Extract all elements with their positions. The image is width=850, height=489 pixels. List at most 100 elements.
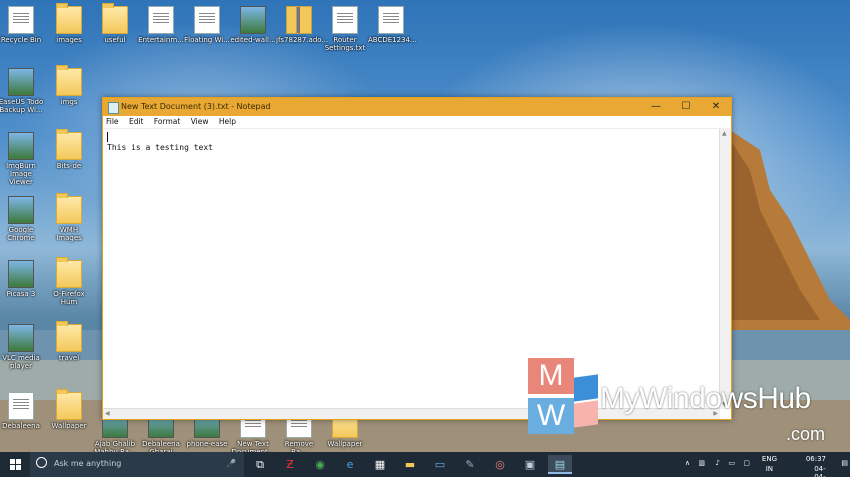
- desktop-icon[interactable]: imgs: [46, 65, 92, 106]
- desktop-icon[interactable]: EaseUS Todo Backup Wi...: [0, 68, 44, 114]
- notepad-titlebar[interactable]: New Text Document (3).txt - Notepad — ☐ …: [103, 98, 731, 116]
- desktop-icon-label: Google Chrome: [7, 226, 35, 242]
- desktop-icon-label: Ajab Ghalib Mahhu Ra...: [94, 440, 136, 452]
- taskbar: Ask me anything 🎤 ⧉ Ƶ ◉ e ▦ ▬ ▭ ✎ ◎ ▣ ▤ …: [0, 452, 850, 489]
- edge-icon[interactable]: e: [338, 455, 362, 474]
- folder-icon: [56, 389, 82, 420]
- desktop-icon-label: Wallpaper: [327, 440, 363, 448]
- menu-view[interactable]: View: [191, 116, 209, 128]
- close-button[interactable]: ✕: [701, 98, 731, 116]
- desktop-icon[interactable]: Bits-de: [46, 129, 92, 170]
- app-icon: [240, 6, 266, 34]
- desktop-icon-label: Wallpaper: [51, 422, 87, 430]
- document-icon: [148, 6, 174, 34]
- desktop-icon-label: Router Settings.txt: [324, 36, 366, 52]
- clock-time[interactable]: 06:37: [806, 455, 826, 463]
- watermark-windows-pane-2: [574, 400, 598, 428]
- desktop-icon[interactable]: Router Settings.txt: [322, 6, 368, 52]
- scroll-left-icon[interactable]: ◀: [105, 410, 110, 417]
- desktop-icon-label: New Text Document...: [231, 440, 275, 452]
- menu-file[interactable]: File: [106, 116, 119, 128]
- app-icon: [8, 68, 34, 96]
- notification-icon[interactable]: ▢: [743, 459, 750, 467]
- desktop-icon[interactable]: Google Chrome: [0, 196, 44, 242]
- volume-icon[interactable]: ♪: [716, 459, 720, 467]
- file-explorer-icon[interactable]: ▬: [398, 455, 422, 474]
- desktop-icon-label: Floating Wi...: [184, 36, 230, 44]
- chrome-icon[interactable]: ◉: [308, 455, 332, 474]
- document-icon: [332, 6, 358, 34]
- menu-format[interactable]: Format: [154, 116, 180, 128]
- battery-icon[interactable]: ▭: [728, 459, 735, 467]
- desktop-icon-label: images: [56, 36, 82, 44]
- desktop-icon[interactable]: O-Firefox Hum: [46, 257, 92, 306]
- language-code[interactable]: ENG: [762, 455, 777, 463]
- desktop-icon[interactable]: Floating Wi...: [184, 6, 230, 44]
- desktop-icon[interactable]: Entertainm...: [138, 6, 184, 44]
- desktop-icon[interactable]: jfs78287.ado...: [276, 6, 328, 44]
- menu-edit[interactable]: Edit: [129, 116, 144, 128]
- desktop-icon-label: Bits-de: [56, 162, 82, 170]
- desktop-icon[interactable]: VLC media player: [0, 324, 44, 370]
- desktop-icon[interactable]: Wallpaper: [46, 389, 92, 430]
- desktop-icon[interactable]: Recycle Bin: [0, 6, 44, 44]
- app-icon: [8, 132, 34, 160]
- folder-icon: [56, 3, 82, 34]
- notepad-icon: [108, 102, 119, 114]
- desktop-icon[interactable]: Debaleena: [0, 392, 44, 430]
- desktop-icon-label: Picasa 3: [6, 290, 36, 298]
- app-icon: [8, 260, 34, 288]
- app-window-icon[interactable]: ▣: [518, 455, 542, 474]
- document-icon: [194, 6, 220, 34]
- desktop-icon-label: imgs: [60, 98, 78, 106]
- task-view-icon[interactable]: ⧉: [248, 455, 272, 474]
- clock-date[interactable]: 04-04-2016: [814, 465, 832, 489]
- search-box[interactable]: Ask me anything 🎤: [30, 452, 244, 477]
- desktop-icon[interactable]: useful: [92, 3, 138, 44]
- folder-icon: [56, 193, 82, 224]
- network-icon[interactable]: ▥: [698, 459, 705, 467]
- search-placeholder: Ask me anything: [54, 459, 122, 468]
- desktop-icon[interactable]: Picasa 3: [0, 260, 44, 298]
- desktop-icon-label: EaseUS Todo Backup Wi...: [0, 98, 44, 114]
- desktop-icon[interactable]: WMH Images: [46, 193, 92, 242]
- desktop-icon[interactable]: travel: [46, 321, 92, 362]
- start-button[interactable]: [0, 452, 30, 477]
- zip-icon: [286, 6, 312, 34]
- windows-logo-icon: [10, 459, 21, 470]
- scroll-up-icon[interactable]: ▲: [722, 130, 727, 137]
- notepad-taskbar-icon[interactable]: ▤: [548, 455, 572, 474]
- desktop-icon[interactable]: ABCDE1234...: [368, 6, 417, 44]
- paint-icon[interactable]: ✎: [458, 455, 482, 474]
- watermark-domain: .com: [786, 424, 826, 444]
- maximize-button[interactable]: ☐: [671, 98, 701, 116]
- action-center-icon[interactable]: ▤: [841, 459, 848, 467]
- imgburn-icon[interactable]: ◎: [488, 455, 512, 474]
- store-icon[interactable]: ▦: [368, 455, 392, 474]
- menu-bar: File Edit Format View Help: [103, 116, 731, 129]
- folder-icon: [102, 3, 128, 34]
- document-icon: [378, 6, 404, 34]
- menu-help[interactable]: Help: [219, 116, 236, 128]
- desktop-icon-label: ImgBurn Image Viewer: [6, 162, 36, 186]
- desktop-icon[interactable]: edited-wall...: [230, 6, 276, 44]
- folder-icon: [56, 65, 82, 96]
- minimize-button[interactable]: —: [641, 98, 671, 116]
- desktop-icon-label: Debaleena: [2, 422, 40, 430]
- remote-desktop-icon[interactable]: ▭: [428, 455, 452, 474]
- microphone-icon[interactable]: 🎤: [226, 459, 236, 468]
- desktop-icon[interactable]: images: [46, 3, 92, 44]
- document-icon: [8, 392, 34, 420]
- desktop-icon-label: Remove Ba...: [284, 440, 314, 452]
- region-code[interactable]: IN: [766, 465, 773, 473]
- desktop-icon-label: O-Firefox Hum: [53, 290, 85, 306]
- watermark-logo: M W MyWindowsHub .com: [528, 358, 850, 448]
- editor-content: This is a testing text: [107, 143, 213, 152]
- desktop-icon[interactable]: ImgBurn Image Viewer: [0, 132, 44, 186]
- filezilla-icon[interactable]: Ƶ: [278, 455, 302, 474]
- desktop-icon-label: Recycle Bin: [0, 36, 42, 44]
- folder-icon: [56, 321, 82, 352]
- desktop-icon-label: ABCDE1234...: [368, 36, 417, 44]
- watermark-windows-pane: [574, 374, 598, 402]
- show-hidden-icons[interactable]: ∧: [685, 459, 690, 467]
